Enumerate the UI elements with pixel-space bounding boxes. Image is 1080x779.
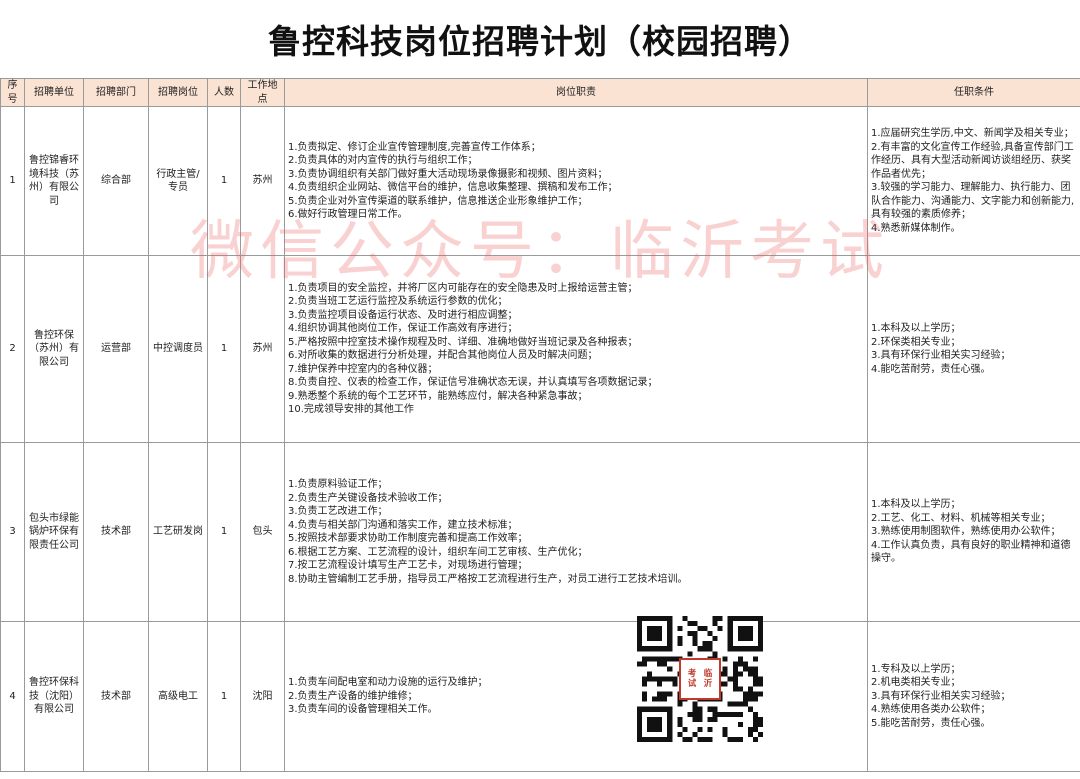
row-requirements: 1.应届研究生学历,中文、新闻学及相关专业； 2.有丰富的文化宣传工作经验,具备宣… (867, 106, 1080, 256)
row-no: 2 (0, 255, 25, 443)
row-duties: 1.负责原料验证工作； 2.负责生产关键设备技术验收工作； 3.负责工艺改进工作； 4… (284, 442, 868, 622)
requirement-line: 4.熟悉新媒体制作。 (871, 222, 961, 234)
duty-line: 2.负责具体的对内宣传的执行与组织工作； (288, 155, 478, 166)
requirement-line: 3.较强的学习能力、理解能力、执行能力、团队合作能力、沟通能力、文字能力和创新能… (871, 182, 1075, 220)
duty-line: 1.负责原料验证工作； (288, 479, 388, 490)
row-location: 沈阳 (240, 621, 285, 772)
duty-line: 5.严格按照中控室技术操作规程及时、详细、准确地做好当班记录及各种报表； (288, 336, 638, 348)
row-position: 工艺研发岗 (148, 442, 208, 622)
seal-char: 临 (703, 669, 713, 679)
duty-line: 7.维护保养中控室内的各种仪器； (288, 363, 438, 375)
row-dept: 技术部 (83, 442, 149, 622)
requirement-line: 3.具有环保行业相关实习经验； (871, 690, 1011, 702)
duty-line: 6.做好行政管理日常工作。 (288, 209, 408, 220)
row-unit: 鲁控环保科技（沈阳）有限公司 (24, 621, 84, 772)
duty-line: 3.负责工艺改进工作； (288, 506, 388, 517)
duty-line: 7.按工艺流程设计填写生产工艺卡，对现场进行管理； (288, 560, 528, 571)
row-no: 3 (0, 442, 25, 622)
header-duties: 岗位职责 (284, 78, 868, 107)
requirement-line: 2.环保类相关专业； (871, 336, 961, 348)
header-dept: 招聘部门 (83, 78, 149, 107)
duty-line: 3.负责协调组织有关部门做好重大活动现场录像摄影和视频、图片资料； (288, 168, 608, 180)
row-count: 1 (207, 442, 241, 622)
seal-char: 沂 (703, 679, 713, 689)
row-requirements: 1.本科及以上学历； 2.环保类相关专业； 3.具有环保行业相关实习经验； 4.能吃苦… (867, 255, 1080, 443)
seal-char: 考 (687, 669, 697, 679)
duty-line: 2.负责当班工艺运行监控及系统运行参数的优化； (288, 296, 508, 307)
row-unit: 包头市绿能锅炉环保有限责任公司 (24, 442, 84, 622)
header-unit: 招聘单位 (24, 78, 84, 107)
duty-line: 2.负责生产关键设备技术验收工作； (288, 492, 448, 504)
header-requirements: 任职条件 (867, 78, 1080, 107)
requirement-line: 3.熟练使用制图软件，熟练使用办公软件； (871, 526, 1061, 538)
requirement-line: 2.有丰富的文化宣传工作经验,具备宣传部门工作经历、具有大型活动新闻访谈组经历、… (871, 141, 1074, 180)
row-no: 4 (0, 621, 25, 772)
requirement-line: 4.能吃苦耐劳，责任心强。 (871, 363, 991, 375)
duty-line: 6.对所收集的数据进行分析处理，并配合其他岗位人员及时解决问题； (288, 350, 598, 361)
duty-line: 9.熟悉整个系统的每个工艺环节，能熟练应付，解决各种紧急事故； (288, 390, 588, 402)
qr-seal: 考 临 试 沂 (679, 658, 721, 700)
row-requirements: 1.专科及以上学历； 2.机电类相关专业； 3.具有环保行业相关实习经验； 4.熟练使… (867, 621, 1080, 772)
row-duties: 1.负责车间配电室和动力设施的运行及维护； 2.负责生产设备的维护维修； 3.负责车… (284, 621, 868, 772)
header-no: 序号 (0, 78, 25, 107)
duty-line: 1.负责拟定、修订企业宣传管理制度,完善宣传工作体系； (288, 141, 541, 153)
row-count: 1 (207, 621, 241, 772)
requirement-line: 1.本科及以上学历； (871, 499, 961, 511)
table-row: 2 鲁控环保（苏州）有限公司 运营部 中控调度员 1 苏州 1.负责项目的安全监控，并将厂区… (0, 255, 1080, 443)
row-dept: 技术部 (83, 621, 149, 772)
row-position: 行政主管/专员 (148, 106, 208, 256)
row-duties: 1.负责拟定、修订企业宣传管理制度,完善宣传工作体系； 2.负责具体的对内宣传的执… (284, 106, 868, 256)
qr-code: 考 临 试 沂 (637, 616, 763, 742)
duty-line: 4.负责与相关部门沟通和落实工作，建立技术标准； (288, 519, 518, 531)
row-unit: 鲁控锦睿环境科技（苏州）有限公司 (24, 106, 84, 256)
row-location: 苏州 (240, 255, 285, 443)
table-row: 3 包头市绿能锅炉环保有限责任公司 技术部 工艺研发岗 1 包头 1.负责原料验证工作； 2.… (0, 442, 1080, 622)
requirement-line: 1.专科及以上学历； (871, 663, 961, 675)
row-location: 包头 (240, 442, 285, 622)
duty-line: 4.负责组织企业网站、微信平台的维护，信息收集整理、撰稿和发布工作； (288, 182, 618, 193)
table-header-row: 序号 招聘单位 招聘部门 招聘岗位 人数 工作地点 岗位职责 任职条件 (0, 78, 1080, 107)
requirement-line: 5.能吃苦耐劳，责任心强。 (871, 717, 991, 729)
requirement-line: 2.工艺、化工、材料、机械等相关专业； (871, 512, 1051, 524)
row-dept: 运营部 (83, 255, 149, 443)
row-position: 中控调度员 (148, 255, 208, 443)
duty-line: 5.负责企业对外宣传渠道的联系维护，信息推送企业形象维护工作； (288, 195, 588, 207)
row-position: 高级电工 (148, 621, 208, 772)
page-title: 鲁控科技岗位招聘计划（校园招聘） (0, 0, 1080, 79)
duty-line: 10.完成领导安排的其他工作 (288, 404, 414, 415)
row-count: 1 (207, 106, 241, 256)
duty-line: 5.按照技术部要求协助工作制度完善和提高工作效率； (288, 533, 528, 544)
recruitment-table: 序号 招聘单位 招聘部门 招聘岗位 人数 工作地点 岗位职责 任职条件 1 鲁控锦… (0, 78, 1080, 772)
duty-line: 1.负责项目的安全监控，并将厂区内可能存在的安全隐患及时上报给运营主管； (288, 282, 638, 294)
table-row: 1 鲁控锦睿环境科技（苏州）有限公司 综合部 行政主管/专员 1 苏州 1.负责拟定、修订企… (0, 106, 1080, 256)
duty-line: 8.协助主管编制工艺手册，指导员工严格按工艺流程进行生产，对员工进行工艺技术培训… (288, 573, 688, 585)
duty-line: 4.组织协调其他岗位工作，保证工作高效有序进行； (288, 323, 518, 334)
row-requirements: 1.本科及以上学历； 2.工艺、化工、材料、机械等相关专业； 3.熟练使用制图软件，… (867, 442, 1080, 622)
duty-line: 8.负责自控、仪表的检查工作，保证信号准确状态无误，并认真填写各项数据记录； (288, 377, 658, 388)
header-location: 工作地点 (240, 78, 285, 107)
duty-line: 3.负责监控项目设备运行状态、及时进行相应调整； (288, 309, 518, 321)
requirement-line: 1.应届研究生学历,中文、新闻学及相关专业； (871, 128, 1074, 139)
header-count: 人数 (207, 78, 241, 107)
requirement-line: 3.具有环保行业相关实习经验； (871, 350, 1011, 361)
duty-line: 1.负责车间配电室和动力设施的运行及维护； (288, 677, 488, 689)
requirement-line: 4.工作认真负责，具有良好的职业精神和道德操守。 (871, 539, 1071, 565)
row-unit: 鲁控环保（苏州）有限公司 (24, 255, 84, 443)
row-dept: 综合部 (83, 106, 149, 256)
requirement-line: 4.熟练使用各类办公软件； (871, 704, 991, 716)
row-no: 1 (0, 106, 25, 256)
requirement-line: 2.机电类相关专业； (871, 677, 961, 689)
row-count: 1 (207, 255, 241, 443)
row-duties: 1.负责项目的安全监控，并将厂区内可能存在的安全隐患及时上报给运营主管； 2.负责… (284, 255, 868, 443)
duty-line: 6.根据工艺方案、工艺流程的设计，组织车间工艺审核、生产优化； (288, 546, 588, 558)
row-location: 苏州 (240, 106, 285, 256)
header-position: 招聘岗位 (148, 78, 208, 107)
duty-line: 3.负责车间的设备管理相关工作。 (288, 704, 438, 716)
table-row: 4 鲁控环保科技（沈阳）有限公司 技术部 高级电工 1 沈阳 1.负责车间配电室和动力设施的… (0, 621, 1080, 772)
requirement-line: 1.本科及以上学历； (871, 323, 961, 334)
seal-char: 试 (687, 679, 697, 689)
duty-line: 2.负责生产设备的维护维修； (288, 690, 418, 702)
